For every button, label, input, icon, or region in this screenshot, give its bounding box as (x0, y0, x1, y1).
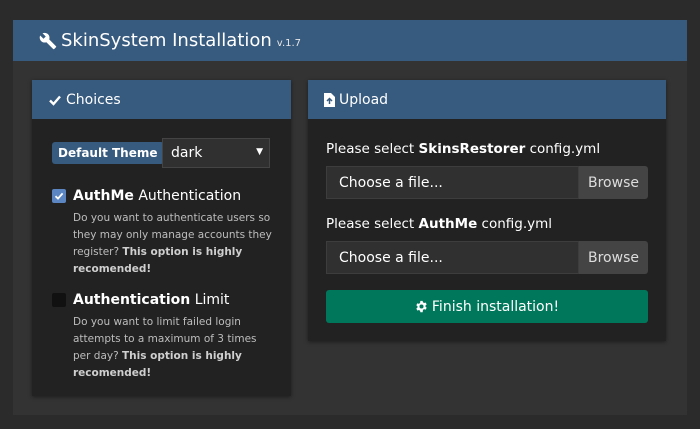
theme-select-value: dark (171, 145, 203, 161)
default-theme-badge: Default Theme (52, 142, 164, 164)
authme-option-head: AuthMe Authentication (52, 188, 277, 204)
page-title: SkinSystem Installation (61, 30, 272, 51)
limit-option: Authentication Limit Do you want to limi… (52, 292, 277, 382)
skinsrestorer-label: Please select SkinsRestorer config.yml (326, 141, 600, 157)
upload-title: Upload (339, 91, 389, 108)
authme-title-bold: AuthMe (73, 188, 134, 204)
caret-down-icon: ▼ (256, 147, 263, 157)
limit-title-rest: Limit (190, 292, 230, 308)
authme-option: AuthMe Authentication Do you want to aut… (52, 188, 277, 278)
authme-checkbox[interactable] (52, 189, 66, 203)
skinsrestorer-file-input[interactable]: Choose a file... Browse (326, 166, 648, 199)
authme-label-bold: AuthMe (418, 216, 478, 232)
gear-icon (415, 300, 428, 313)
file-upload-icon (324, 92, 335, 107)
authme-file-input[interactable]: Choose a file... Browse (326, 241, 648, 274)
skinsrestorer-file-field[interactable]: Choose a file... (326, 166, 579, 199)
skinsrestorer-label-suffix: config.yml (525, 141, 601, 157)
authme-label-suffix: config.yml (477, 216, 553, 232)
version-label: v.1.7 (276, 37, 302, 49)
limit-checkbox[interactable] (52, 293, 66, 307)
authme-label: Please select AuthMe config.yml (326, 216, 552, 232)
skinsrestorer-label-bold: SkinsRestorer (418, 141, 526, 157)
upload-panel: Upload Please select SkinsRestorer confi… (308, 80, 666, 341)
theme-row: Default Theme (52, 142, 164, 164)
authme-file-field[interactable]: Choose a file... (326, 241, 579, 274)
limit-option-head: Authentication Limit (52, 292, 277, 308)
skinsrestorer-label-prefix: Please select (326, 141, 419, 157)
choices-title: Choices (66, 91, 121, 108)
authme-browse-button[interactable]: Browse (579, 241, 648, 274)
installer-container: SkinSystem Installation v.1.7 Choices De… (13, 20, 687, 415)
skinsrestorer-browse-button[interactable]: Browse (579, 166, 648, 199)
limit-description: Do you want to limit failed login attemp… (73, 314, 277, 382)
theme-select[interactable]: dark ▼ (162, 138, 270, 168)
choices-panel: Choices Default Theme dark ▼ AuthMe Auth… (32, 80, 291, 396)
choices-header: Choices (32, 80, 291, 119)
authme-label-prefix: Please select (326, 216, 419, 232)
checkmark-icon (48, 93, 62, 107)
upload-header: Upload (308, 80, 666, 119)
finish-label: Finish installation! (431, 298, 560, 315)
limit-title-bold: Authentication (73, 292, 191, 308)
authme-title-rest: Authentication (133, 188, 242, 204)
main-header: SkinSystem Installation v.1.7 (13, 20, 687, 61)
authme-description: Do you want to authenticate users so the… (73, 210, 277, 278)
finish-installation-button[interactable]: Finish installation! (326, 290, 648, 323)
wrench-icon (39, 32, 57, 50)
